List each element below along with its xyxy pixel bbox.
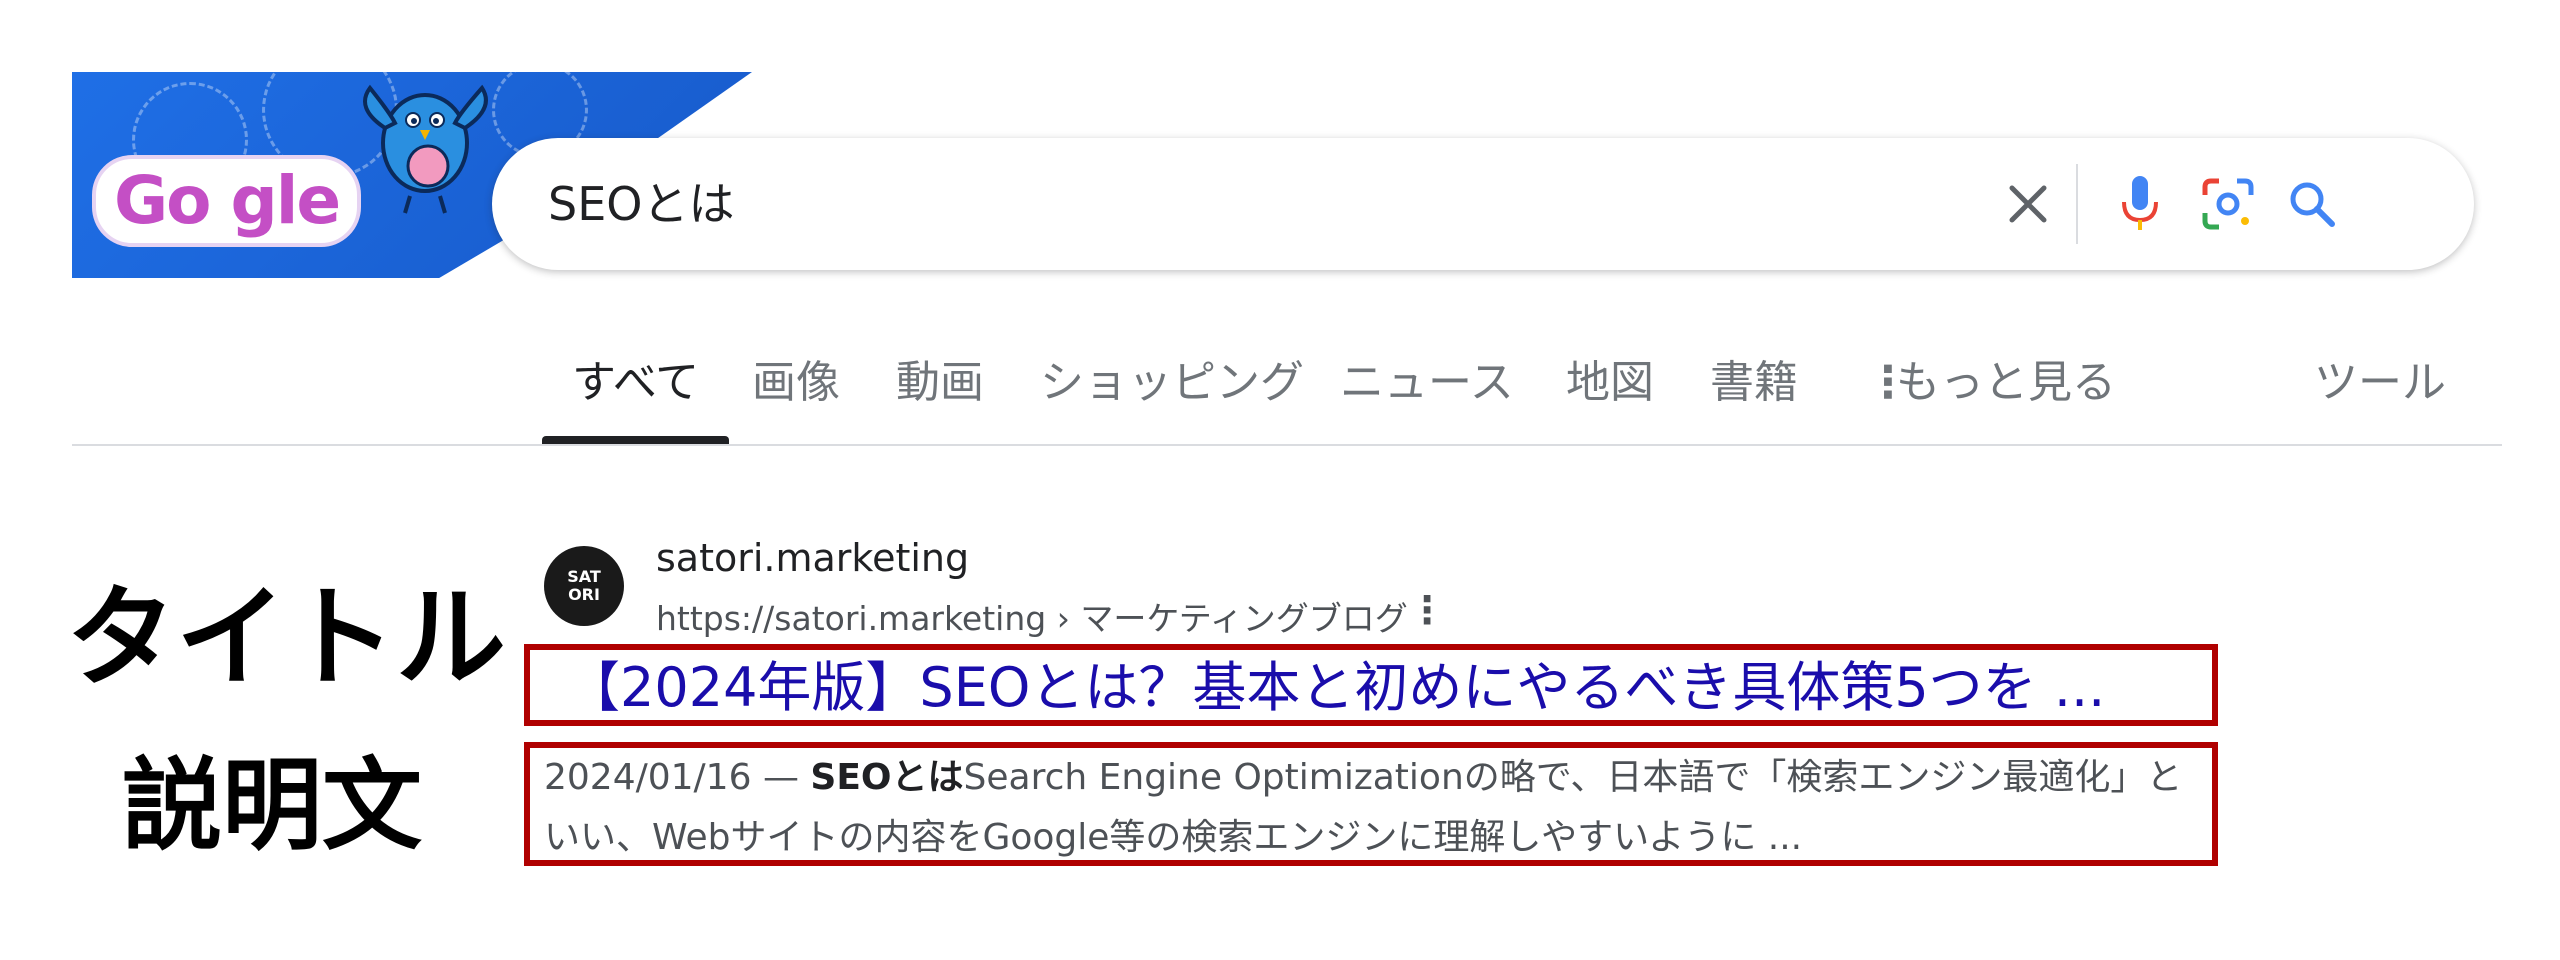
result-date: 2024/01/16 (544, 757, 752, 798)
tab-more[interactable]: ⋮もっと見る (1866, 340, 2116, 444)
clear-icon[interactable] (1998, 174, 2058, 234)
search-divider (2076, 164, 2078, 244)
title-annotation-label: タイトル (66, 574, 506, 702)
result-title-link[interactable]: 【2024年版】SEOとは？基本と初めにやるべき具体策5つを ... (566, 656, 2105, 720)
tab-maps[interactable]: 地図 (1566, 340, 1654, 444)
search-icon[interactable] (2282, 174, 2342, 234)
doodle-logo-text: Go gle (92, 155, 362, 247)
result-url[interactable]: https://satori.marketing › マーケティングブログ (656, 592, 1408, 640)
site-favicon-text: SATORI (567, 567, 601, 604)
result-snippet: 2024/01/16 — SEOとはSearch Engine Optimiza… (544, 748, 2204, 868)
result-date-dash: — (751, 757, 811, 798)
result-url-host: https://satori.marketing (656, 599, 1047, 638)
microphone-icon[interactable] (2110, 174, 2170, 234)
tabs-divider (72, 444, 2502, 446)
google-doodle-logo[interactable]: Go gle (92, 155, 382, 247)
search-box[interactable]: SEOとは (492, 138, 2474, 270)
google-lens-icon[interactable] (2198, 174, 2258, 234)
site-favicon[interactable]: SATORI (544, 546, 624, 626)
doodle-bird-mascot-icon (363, 84, 488, 214)
result-url-separator: › (1046, 599, 1081, 638)
tab-books[interactable]: 書籍 (1710, 340, 1798, 444)
tab-news[interactable]: ニュース (1340, 340, 1514, 444)
result-url-path: マーケティングブログ (1080, 599, 1408, 638)
tab-tools[interactable]: ツール (2314, 340, 2446, 444)
tab-all[interactable]: すべて (541, 340, 730, 444)
tab-more-label: もっと見る (1896, 357, 2116, 408)
result-site-name[interactable]: satori.marketing (656, 536, 969, 580)
result-snippet-bold: SEOとは (810, 757, 964, 798)
tab-videos[interactable]: 動画 (896, 340, 984, 444)
tab-images[interactable]: 画像 (752, 340, 840, 444)
tab-shopping[interactable]: ショッピング (1040, 340, 1304, 444)
description-annotation-label: 説明文 (122, 747, 422, 864)
search-tabs: すべて 画像 動画 ショッピング ニュース 地図 書籍 ⋮もっと見る ツール (0, 340, 2560, 444)
search-input[interactable]: SEOとは (548, 138, 734, 270)
result-options-icon[interactable]: ⋮ (1408, 588, 1446, 632)
more-vert-icon: ⋮ (1866, 357, 1910, 408)
